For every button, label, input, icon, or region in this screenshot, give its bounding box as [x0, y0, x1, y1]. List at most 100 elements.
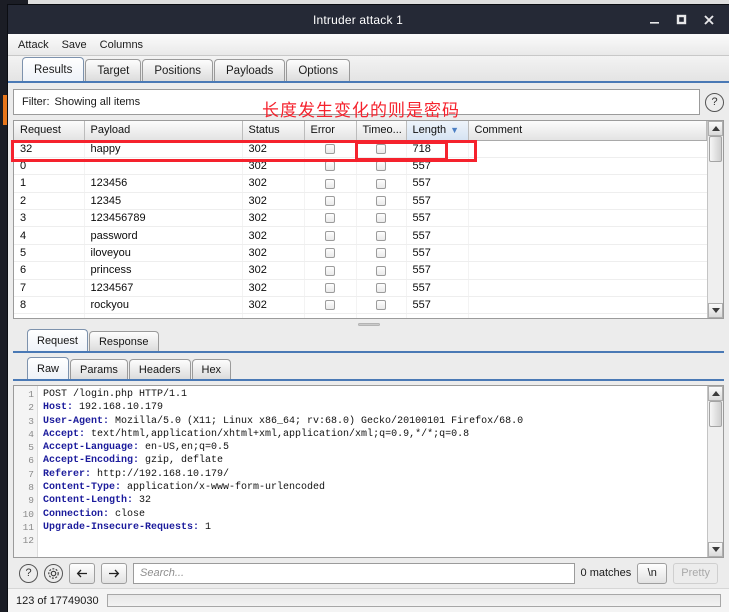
tab-request[interactable]: Request — [27, 329, 88, 351]
scroll-down-button[interactable] — [708, 303, 723, 318]
request-raw-text[interactable]: POST /login.php HTTP/1.1 Host: 192.168.10… — [38, 386, 707, 557]
table-row[interactable]: 3 123456789 302 557 — [14, 209, 707, 228]
help-icon[interactable]: ? — [19, 563, 38, 583]
checkbox-unchecked-icon[interactable] — [376, 230, 386, 241]
cell-error[interactable] — [304, 313, 357, 318]
close-icon[interactable] — [702, 13, 715, 26]
column-header-timeout[interactable]: Timeo... — [356, 121, 407, 141]
pretty-button[interactable]: Pretty — [673, 562, 718, 584]
checkbox-unchecked-icon[interactable] — [325, 282, 335, 293]
menu-item-columns[interactable]: Columns — [100, 39, 143, 51]
cell-timeout[interactable] — [356, 296, 407, 315]
tab-payloads[interactable]: Payloads — [214, 59, 286, 81]
search-previous-button[interactable] — [69, 562, 95, 584]
help-icon[interactable]: ? — [705, 92, 724, 112]
table-row[interactable]: 8 rockyou 302 557 — [14, 296, 707, 315]
checkbox-unchecked-icon[interactable] — [325, 265, 335, 276]
tab-positions[interactable]: Positions — [142, 59, 213, 81]
checkbox-unchecked-icon[interactable] — [376, 213, 386, 224]
tab-options[interactable]: Options — [286, 59, 350, 81]
cell-timeout[interactable] — [356, 244, 407, 263]
cell-error[interactable] — [304, 279, 357, 298]
cell-timeout[interactable] — [356, 279, 407, 298]
checkbox-unchecked-icon[interactable] — [325, 161, 335, 172]
checkbox-unchecked-icon[interactable] — [376, 161, 386, 172]
checkbox-unchecked-icon[interactable] — [325, 195, 335, 206]
cell-timeout[interactable] — [356, 313, 407, 318]
table-row[interactable]: 2 12345 302 557 — [14, 192, 707, 211]
scrollbar-track[interactable] — [708, 136, 723, 303]
column-header-status[interactable]: Status — [242, 121, 305, 141]
results-vertical-scrollbar[interactable] — [707, 121, 723, 318]
table-row[interactable]: 7 1234567 302 557 — [14, 279, 707, 298]
filter-bar[interactable]: Filter: Showing all items — [13, 89, 700, 115]
column-header-error[interactable]: Error — [304, 121, 357, 141]
table-row[interactable]: 32 happy 302 718 — [14, 140, 707, 158]
cell-error[interactable] — [304, 192, 357, 211]
cell-timeout[interactable] — [356, 192, 407, 211]
checkbox-unchecked-icon[interactable] — [325, 213, 335, 224]
results-table-scroll-area[interactable]: Request Payload Status Error Timeo... Le… — [14, 121, 707, 318]
tab-results[interactable]: Results — [22, 57, 85, 81]
menu-item-attack[interactable]: Attack — [18, 39, 49, 51]
column-header-comment[interactable]: Comment — [468, 121, 707, 141]
scrollbar-thumb[interactable] — [709, 136, 722, 162]
tab-params[interactable]: Params — [70, 359, 128, 379]
column-header-request[interactable]: Request — [14, 121, 85, 141]
column-header-length[interactable]: Length ▼ — [406, 121, 469, 141]
cell-error[interactable] — [304, 296, 357, 315]
cell-error[interactable] — [304, 244, 357, 263]
minimize-icon[interactable] — [648, 13, 661, 26]
table-row[interactable]: 4 password 302 557 — [14, 226, 707, 245]
gear-icon[interactable] — [44, 563, 63, 583]
cell-timeout[interactable] — [356, 174, 407, 193]
cell-timeout[interactable] — [356, 157, 407, 176]
panel-splitter[interactable] — [13, 319, 724, 329]
checkbox-unchecked-icon[interactable] — [325, 248, 335, 259]
cell-timeout[interactable] — [356, 209, 407, 228]
tab-headers[interactable]: Headers — [128, 359, 191, 379]
checkbox-unchecked-icon[interactable] — [325, 300, 335, 311]
tab-target[interactable]: Target — [85, 59, 142, 81]
editor-scrollbar-thumb[interactable] — [709, 401, 722, 427]
editor-scroll-up-button[interactable] — [708, 386, 723, 401]
cell-error[interactable] — [304, 174, 357, 193]
checkbox-unchecked-icon[interactable] — [376, 282, 386, 293]
tab-hex[interactable]: Hex — [191, 359, 232, 379]
table-row[interactable]: 5 iloveyou 302 557 — [14, 244, 707, 263]
checkbox-unchecked-icon[interactable] — [376, 300, 386, 311]
scroll-up-button[interactable] — [708, 121, 723, 136]
column-header-payload[interactable]: Payload — [84, 121, 243, 141]
checkbox-unchecked-icon[interactable] — [325, 143, 335, 154]
cell-request: 4 — [14, 226, 85, 245]
checkbox-unchecked-icon[interactable] — [376, 195, 386, 206]
checkbox-unchecked-icon[interactable] — [376, 248, 386, 259]
checkbox-unchecked-icon[interactable] — [376, 143, 386, 154]
cell-timeout[interactable] — [356, 140, 407, 158]
editor-vertical-scrollbar[interactable] — [707, 386, 723, 557]
maximize-icon[interactable] — [675, 13, 688, 26]
cell-error[interactable] — [304, 261, 357, 280]
table-row[interactable]: 6 princess 302 557 — [14, 261, 707, 280]
search-input[interactable]: Search... — [133, 562, 575, 584]
cell-error[interactable] — [304, 157, 357, 176]
cell-timeout[interactable] — [356, 261, 407, 280]
editor-scroll-down-button[interactable] — [708, 542, 723, 557]
tab-response[interactable]: Response — [88, 331, 159, 351]
editor-scrollbar-track[interactable] — [708, 401, 723, 542]
checkbox-unchecked-icon[interactable] — [376, 265, 386, 276]
table-row[interactable]: 0 302 557 — [14, 157, 707, 176]
checkbox-unchecked-icon[interactable] — [376, 178, 386, 189]
table-row[interactable]: 1 123456 302 557 — [14, 174, 707, 193]
cell-error[interactable] — [304, 209, 357, 228]
table-row[interactable]: 912345678302 557 — [14, 313, 707, 318]
cell-error[interactable] — [304, 140, 357, 158]
cell-error[interactable] — [304, 226, 357, 245]
tab-raw[interactable]: Raw — [27, 357, 70, 379]
checkbox-unchecked-icon[interactable] — [325, 178, 335, 189]
newline-toggle-button[interactable]: \n — [637, 562, 668, 584]
checkbox-unchecked-icon[interactable] — [325, 230, 335, 241]
search-next-button[interactable] — [101, 562, 127, 584]
cell-timeout[interactable] — [356, 226, 407, 245]
menu-item-save[interactable]: Save — [62, 39, 87, 51]
